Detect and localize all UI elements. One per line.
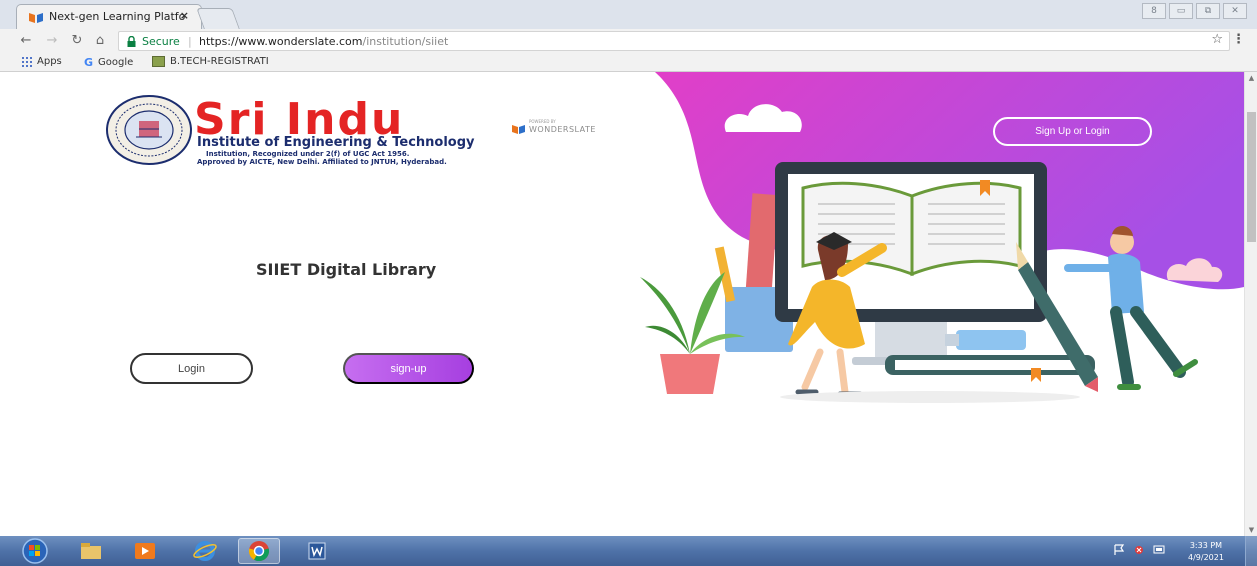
secure-label: Secure: [142, 35, 180, 48]
browser-toolbar: ← → ↻ ⌂ Secure | https://www.wonderslate…: [0, 29, 1257, 54]
page-title: SIIET Digital Library: [256, 260, 437, 279]
forward-arrow-icon[interactable]: →: [44, 33, 60, 48]
lock-icon: [127, 36, 136, 47]
explorer-icon[interactable]: [70, 538, 112, 564]
volume-icon[interactable]: [1153, 544, 1165, 555]
institute-seal-icon: [106, 95, 192, 165]
clock-time: 3:33 PM: [1189, 541, 1223, 550]
wonderslate-book-icon: [512, 125, 525, 134]
network-icon[interactable]: [1133, 544, 1145, 555]
word-icon[interactable]: [296, 538, 338, 564]
bookmarks-bar: Apps G Google B.TECH-REGISTRATI: [0, 54, 1257, 72]
powered-by-label: POWERED BY: [529, 119, 556, 124]
show-desktop-button[interactable]: [1245, 536, 1257, 566]
login-button[interactable]: Login: [130, 353, 253, 384]
scroll-down-arrow-icon[interactable]: ▼: [1245, 524, 1257, 536]
omnibox-separator: |: [188, 35, 192, 48]
media-player-icon[interactable]: [124, 538, 166, 564]
bookmark-apps[interactable]: Apps: [22, 56, 62, 67]
home-icon[interactable]: ⌂: [92, 33, 108, 48]
institute-recognition-text: Institution, Recognized under 2(f) of UG…: [206, 150, 410, 158]
bookmark-google[interactable]: G Google: [84, 56, 133, 69]
browser-tabstrip: Next-gen Learning Platfo × 8 ▭ ⧉ ✕: [0, 0, 1257, 29]
action-center-flag-icon[interactable]: [1113, 544, 1125, 555]
bookmark-star-icon[interactable]: ☆: [1211, 32, 1223, 47]
institute-approval-text: Approved by AICTE, New Delhi. Affiliated…: [197, 158, 447, 166]
browser-tab[interactable]: Next-gen Learning Platfo ×: [16, 4, 202, 29]
internet-explorer-icon[interactable]: [184, 538, 226, 564]
google-icon: G: [84, 56, 94, 69]
apps-grid-icon: [22, 56, 32, 67]
start-button-icon[interactable]: [20, 538, 50, 564]
scroll-up-arrow-icon[interactable]: ▲: [1245, 72, 1257, 84]
tab-title: Next-gen Learning Platfo: [49, 10, 186, 23]
wonderslate-favicon-icon: [29, 13, 43, 23]
taskbar-clock[interactable]: 3:33 PM 4/9/2021: [1188, 540, 1224, 564]
scroll-thumb[interactable]: [1247, 112, 1256, 242]
chrome-icon[interactable]: [238, 538, 280, 564]
minimize-button[interactable]: ▭: [1169, 3, 1193, 19]
url-path: /institution/siiet: [362, 35, 449, 48]
address-bar[interactable]: Secure | https://www.wonderslate.com/ins…: [118, 31, 1230, 51]
url-text: https://www.wonderslate.com/institution/…: [199, 35, 448, 48]
hero-illustration: [640, 162, 1198, 403]
new-tab-button[interactable]: [196, 8, 240, 29]
image-icon: [152, 56, 165, 67]
institute-logo-subtitle: Institute of Engineering & Technology: [197, 135, 475, 150]
close-window-button[interactable]: ✕: [1223, 3, 1247, 19]
user-icon[interactable]: 8: [1142, 3, 1166, 19]
page-viewport: Sri Indu Institute of Engineering & Tech…: [0, 72, 1257, 536]
clock-date: 4/9/2021: [1188, 553, 1224, 562]
system-tray: [1113, 544, 1165, 555]
bookmark-apps-label: Apps: [37, 56, 62, 67]
maximize-button[interactable]: ⧉: [1196, 3, 1220, 19]
wonderslate-name: WONDERSLATE: [529, 124, 596, 134]
windows-taskbar: 3:33 PM 4/9/2021: [0, 536, 1257, 566]
reload-icon[interactable]: ↻: [69, 33, 85, 48]
signup-button[interactable]: sign-up: [343, 353, 474, 384]
bookmark-google-label: Google: [98, 57, 134, 68]
back-arrow-icon[interactable]: ←: [18, 33, 34, 48]
browser-menu-icon[interactable]: ⋮: [1232, 32, 1245, 47]
url-host: https://www.wonderslate.com: [199, 35, 363, 48]
bookmark-btech-label: B.TECH-REGISTRATI: [170, 56, 269, 67]
wonderslate-logo: POWERED BY WONDERSLATE: [512, 119, 596, 134]
tab-close-icon[interactable]: ×: [180, 9, 189, 22]
bookmark-btech[interactable]: B.TECH-REGISTRATI: [152, 56, 269, 67]
page-scrollbar[interactable]: ▲ ▼: [1244, 72, 1257, 536]
window-controls: 8 ▭ ⧉ ✕: [1142, 3, 1247, 19]
